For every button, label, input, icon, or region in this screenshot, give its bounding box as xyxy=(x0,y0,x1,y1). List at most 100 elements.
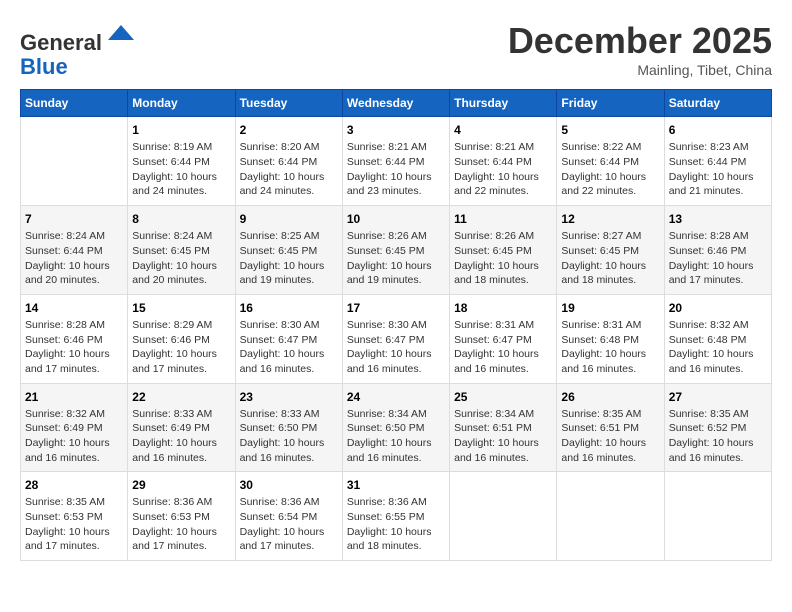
day-number: 18 xyxy=(454,301,552,315)
day-number: 29 xyxy=(132,478,230,492)
day-number: 14 xyxy=(25,301,123,315)
logo-blue-text: Blue xyxy=(20,54,68,79)
day-info: Sunrise: 8:23 AM Sunset: 6:44 PM Dayligh… xyxy=(669,140,767,199)
day-info: Sunrise: 8:33 AM Sunset: 6:50 PM Dayligh… xyxy=(240,407,338,466)
day-info: Sunrise: 8:22 AM Sunset: 6:44 PM Dayligh… xyxy=(561,140,659,199)
day-info: Sunrise: 8:31 AM Sunset: 6:47 PM Dayligh… xyxy=(454,318,552,377)
calendar-cell: 20 Sunrise: 8:32 AM Sunset: 6:48 PM Dayli… xyxy=(664,294,771,383)
day-info: Sunrise: 8:24 AM Sunset: 6:45 PM Dayligh… xyxy=(132,229,230,288)
day-info: Sunrise: 8:34 AM Sunset: 6:51 PM Dayligh… xyxy=(454,407,552,466)
header-saturday: Saturday xyxy=(664,90,771,117)
day-info: Sunrise: 8:26 AM Sunset: 6:45 PM Dayligh… xyxy=(454,229,552,288)
day-number: 20 xyxy=(669,301,767,315)
header-tuesday: Tuesday xyxy=(235,90,342,117)
logo-icon xyxy=(106,20,136,50)
day-info: Sunrise: 8:35 AM Sunset: 6:53 PM Dayligh… xyxy=(25,495,123,554)
day-info: Sunrise: 8:30 AM Sunset: 6:47 PM Dayligh… xyxy=(347,318,445,377)
calendar-cell xyxy=(557,472,664,561)
day-info: Sunrise: 8:27 AM Sunset: 6:45 PM Dayligh… xyxy=(561,229,659,288)
day-info: Sunrise: 8:25 AM Sunset: 6:45 PM Dayligh… xyxy=(240,229,338,288)
day-number: 4 xyxy=(454,123,552,137)
calendar-cell: 31 Sunrise: 8:36 AM Sunset: 6:55 PM Dayli… xyxy=(342,472,449,561)
day-number: 24 xyxy=(347,390,445,404)
day-info: Sunrise: 8:24 AM Sunset: 6:44 PM Dayligh… xyxy=(25,229,123,288)
header-sunday: Sunday xyxy=(21,90,128,117)
calendar-cell: 4 Sunrise: 8:21 AM Sunset: 6:44 PM Daylig… xyxy=(450,117,557,206)
calendar-cell xyxy=(21,117,128,206)
calendar-cell: 2 Sunrise: 8:20 AM Sunset: 6:44 PM Daylig… xyxy=(235,117,342,206)
title-block: December 2025 Mainling, Tibet, China xyxy=(508,20,772,78)
day-number: 15 xyxy=(132,301,230,315)
day-number: 31 xyxy=(347,478,445,492)
day-number: 23 xyxy=(240,390,338,404)
calendar-cell: 19 Sunrise: 8:31 AM Sunset: 6:48 PM Dayli… xyxy=(557,294,664,383)
month-title: December 2025 xyxy=(508,20,772,62)
day-info: Sunrise: 8:34 AM Sunset: 6:50 PM Dayligh… xyxy=(347,407,445,466)
calendar-cell: 17 Sunrise: 8:30 AM Sunset: 6:47 PM Dayli… xyxy=(342,294,449,383)
day-number: 9 xyxy=(240,212,338,226)
day-info: Sunrise: 8:28 AM Sunset: 6:46 PM Dayligh… xyxy=(25,318,123,377)
day-info: Sunrise: 8:21 AM Sunset: 6:44 PM Dayligh… xyxy=(454,140,552,199)
day-number: 30 xyxy=(240,478,338,492)
week-row-4: 21Sunrise: 8:32 AM Sunset: 6:49 PM Dayli… xyxy=(21,383,772,472)
week-row-1: 1Sunrise: 8:19 AM Sunset: 6:44 PM Daylig… xyxy=(21,117,772,206)
day-number: 2 xyxy=(240,123,338,137)
day-info: Sunrise: 8:31 AM Sunset: 6:48 PM Dayligh… xyxy=(561,318,659,377)
day-info: Sunrise: 8:20 AM Sunset: 6:44 PM Dayligh… xyxy=(240,140,338,199)
day-info: Sunrise: 8:36 AM Sunset: 6:55 PM Dayligh… xyxy=(347,495,445,554)
day-number: 13 xyxy=(669,212,767,226)
day-info: Sunrise: 8:26 AM Sunset: 6:45 PM Dayligh… xyxy=(347,229,445,288)
page-header: General Blue December 2025 Mainling, Tib… xyxy=(20,20,772,79)
calendar-cell: 1Sunrise: 8:19 AM Sunset: 6:44 PM Daylig… xyxy=(128,117,235,206)
header-row: SundayMondayTuesdayWednesdayThursdayFrid… xyxy=(21,90,772,117)
week-row-5: 28 Sunrise: 8:35 AM Sunset: 6:53 PM Dayli… xyxy=(21,472,772,561)
calendar-cell: 28 Sunrise: 8:35 AM Sunset: 6:53 PM Dayli… xyxy=(21,472,128,561)
calendar-cell: 15 Sunrise: 8:29 AM Sunset: 6:46 PM Dayli… xyxy=(128,294,235,383)
calendar-body: 1Sunrise: 8:19 AM Sunset: 6:44 PM Daylig… xyxy=(21,117,772,561)
day-number: 17 xyxy=(347,301,445,315)
header-wednesday: Wednesday xyxy=(342,90,449,117)
day-number: 12 xyxy=(561,212,659,226)
day-number: 5 xyxy=(561,123,659,137)
day-info: Sunrise: 8:30 AM Sunset: 6:47 PM Dayligh… xyxy=(240,318,338,377)
day-number: 1 xyxy=(132,123,230,137)
calendar-cell: 21Sunrise: 8:32 AM Sunset: 6:49 PM Dayli… xyxy=(21,383,128,472)
day-info: Sunrise: 8:35 AM Sunset: 6:52 PM Dayligh… xyxy=(669,407,767,466)
week-row-3: 14 Sunrise: 8:28 AM Sunset: 6:46 PM Dayli… xyxy=(21,294,772,383)
calendar-cell: 22Sunrise: 8:33 AM Sunset: 6:49 PM Dayli… xyxy=(128,383,235,472)
logo: General Blue xyxy=(20,20,136,79)
week-row-2: 7Sunrise: 8:24 AM Sunset: 6:44 PM Daylig… xyxy=(21,206,772,295)
calendar-cell: 29 Sunrise: 8:36 AM Sunset: 6:53 PM Dayli… xyxy=(128,472,235,561)
day-number: 28 xyxy=(25,478,123,492)
header-thursday: Thursday xyxy=(450,90,557,117)
calendar-cell: 25Sunrise: 8:34 AM Sunset: 6:51 PM Dayli… xyxy=(450,383,557,472)
calendar-cell: 5 Sunrise: 8:22 AM Sunset: 6:44 PM Daylig… xyxy=(557,117,664,206)
day-number: 21 xyxy=(25,390,123,404)
day-info: Sunrise: 8:28 AM Sunset: 6:46 PM Dayligh… xyxy=(669,229,767,288)
day-number: 8 xyxy=(132,212,230,226)
calendar-cell: 11Sunrise: 8:26 AM Sunset: 6:45 PM Dayli… xyxy=(450,206,557,295)
day-info: Sunrise: 8:29 AM Sunset: 6:46 PM Dayligh… xyxy=(132,318,230,377)
calendar-cell: 3Sunrise: 8:21 AM Sunset: 6:44 PM Daylig… xyxy=(342,117,449,206)
calendar-cell: 14 Sunrise: 8:28 AM Sunset: 6:46 PM Dayli… xyxy=(21,294,128,383)
day-info: Sunrise: 8:36 AM Sunset: 6:53 PM Dayligh… xyxy=(132,495,230,554)
day-info: Sunrise: 8:35 AM Sunset: 6:51 PM Dayligh… xyxy=(561,407,659,466)
calendar-cell xyxy=(664,472,771,561)
calendar-cell: 13 Sunrise: 8:28 AM Sunset: 6:46 PM Dayli… xyxy=(664,206,771,295)
day-info: Sunrise: 8:21 AM Sunset: 6:44 PM Dayligh… xyxy=(347,140,445,199)
day-number: 16 xyxy=(240,301,338,315)
day-number: 10 xyxy=(347,212,445,226)
header-monday: Monday xyxy=(128,90,235,117)
day-info: Sunrise: 8:32 AM Sunset: 6:48 PM Dayligh… xyxy=(669,318,767,377)
calendar-cell: 16 Sunrise: 8:30 AM Sunset: 6:47 PM Dayli… xyxy=(235,294,342,383)
calendar-cell xyxy=(450,472,557,561)
calendar-cell: 12 Sunrise: 8:27 AM Sunset: 6:45 PM Dayli… xyxy=(557,206,664,295)
day-number: 19 xyxy=(561,301,659,315)
calendar-cell: 7Sunrise: 8:24 AM Sunset: 6:44 PM Daylig… xyxy=(21,206,128,295)
day-info: Sunrise: 8:33 AM Sunset: 6:49 PM Dayligh… xyxy=(132,407,230,466)
day-number: 6 xyxy=(669,123,767,137)
calendar-cell: 24 Sunrise: 8:34 AM Sunset: 6:50 PM Dayli… xyxy=(342,383,449,472)
calendar-cell: 27Sunrise: 8:35 AM Sunset: 6:52 PM Dayli… xyxy=(664,383,771,472)
calendar-cell: 23 Sunrise: 8:33 AM Sunset: 6:50 PM Dayli… xyxy=(235,383,342,472)
calendar-cell: 26Sunrise: 8:35 AM Sunset: 6:51 PM Dayli… xyxy=(557,383,664,472)
